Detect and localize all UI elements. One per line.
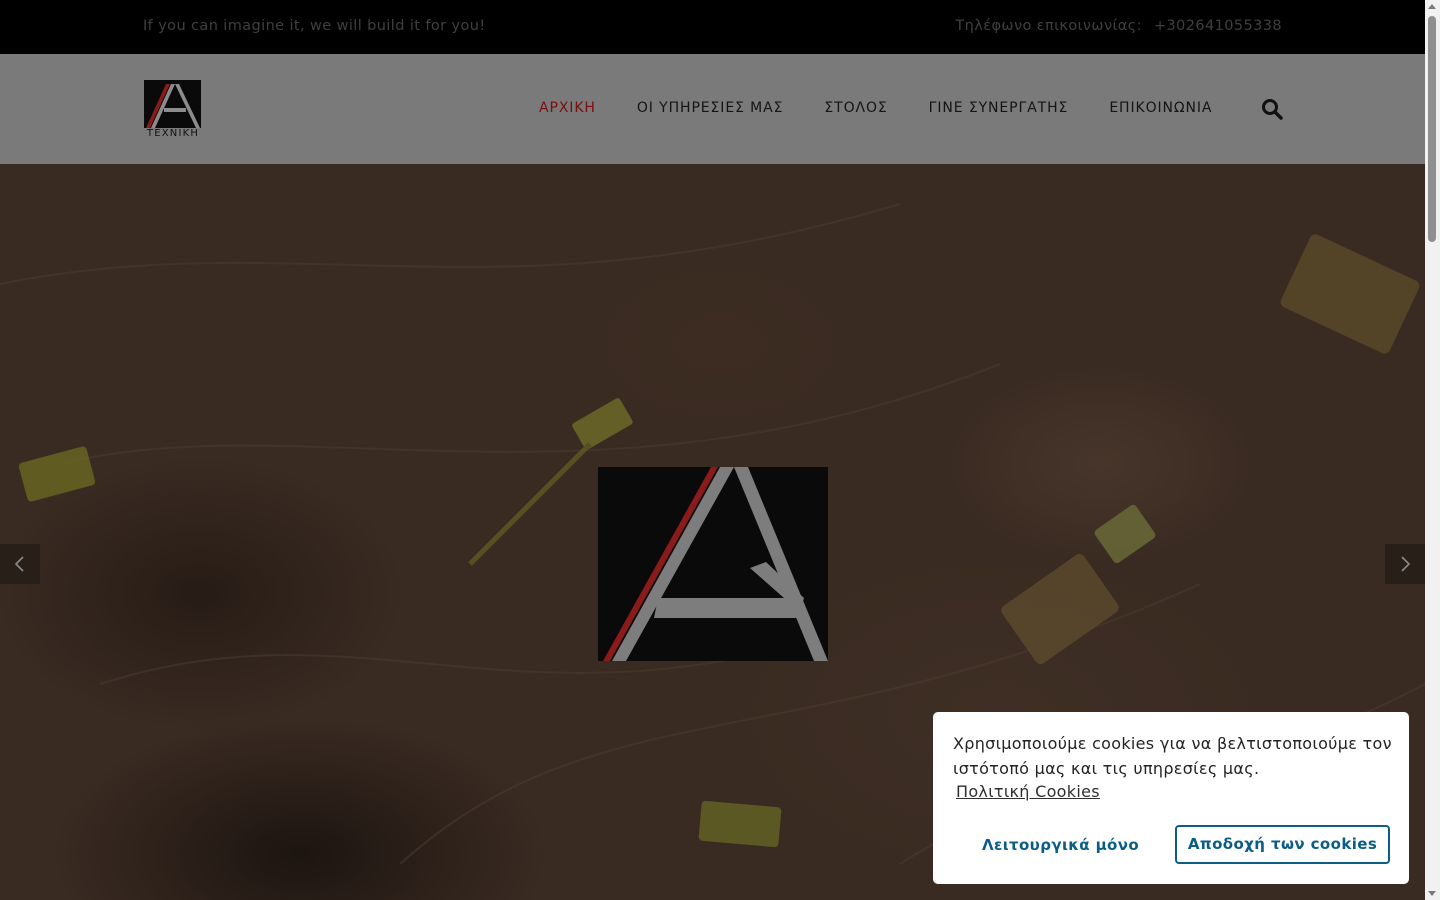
prev-slide-button[interactable] — [0, 544, 40, 584]
nav-item-home[interactable]: ΑΡΧΙΚΗ — [539, 100, 596, 116]
phone-info: Τηλέφωνο επικοινωνίας: +302641055338 — [955, 18, 1282, 34]
site-header: ΤΕΧΝΙΚΗ ΑΡΧΙΚΗ ΟΙ ΥΠΗΡΕΣΙΕΣ ΜΑΣ ΣΤΟΛΟΣ Γ… — [0, 54, 1425, 164]
chevron-left-icon — [14, 556, 24, 572]
main-nav: ΑΡΧΙΚΗ ΟΙ ΥΠΗΡΕΣΙΕΣ ΜΑΣ ΣΤΟΛΟΣ ΓΙΝΕ ΣΥΝΕ… — [539, 100, 1253, 116]
top-bar: If you can imagine it, we will build it … — [0, 0, 1425, 54]
cookie-message: Χρησιμοποιούμε cookies για να βελτιστοπο… — [953, 734, 1392, 778]
logo-word: ΤΕΧΝΙΚΗ — [146, 128, 200, 139]
scroll-down-icon[interactable] — [1428, 891, 1436, 896]
page-scrollbar[interactable] — [1425, 0, 1440, 900]
tagline: If you can imagine it, we will build it … — [143, 18, 486, 34]
nav-item-fleet[interactable]: ΣΤΟΛΟΣ — [824, 100, 887, 116]
site-logo[interactable]: ΤΕΧΝΙΚΗ — [144, 80, 202, 140]
accept-cookies-button[interactable]: Αποδοχή των cookies — [1175, 825, 1390, 864]
scroll-up-icon[interactable] — [1428, 4, 1436, 9]
hero-logo — [598, 467, 828, 661]
functional-only-button[interactable]: Λειτουργικά μόνο — [982, 836, 1139, 854]
scrollbar-thumb[interactable] — [1428, 16, 1436, 242]
phone-label: Τηλέφωνο επικοινωνίας: — [955, 18, 1142, 34]
chevron-right-icon — [1401, 556, 1411, 572]
cookie-policy-link[interactable]: Πολιτική Cookies — [956, 782, 1100, 801]
search-icon[interactable] — [1260, 97, 1284, 121]
nav-item-contact[interactable]: ΕΠΙΚΟΙΝΩΝΙΑ — [1109, 100, 1212, 116]
nav-item-services[interactable]: ΟΙ ΥΠΗΡΕΣΙΕΣ ΜΑΣ — [637, 100, 784, 116]
next-slide-button[interactable] — [1385, 544, 1425, 584]
cookie-consent-dialog: Χρησιμοποιούμε cookies για να βελτιστοπο… — [933, 712, 1409, 884]
logo-mark — [144, 80, 201, 128]
phone-number[interactable]: +302641055338 — [1154, 18, 1282, 34]
nav-item-partner[interactable]: ΓΙΝΕ ΣΥΝΕΡΓΑΤΗΣ — [929, 100, 1069, 116]
